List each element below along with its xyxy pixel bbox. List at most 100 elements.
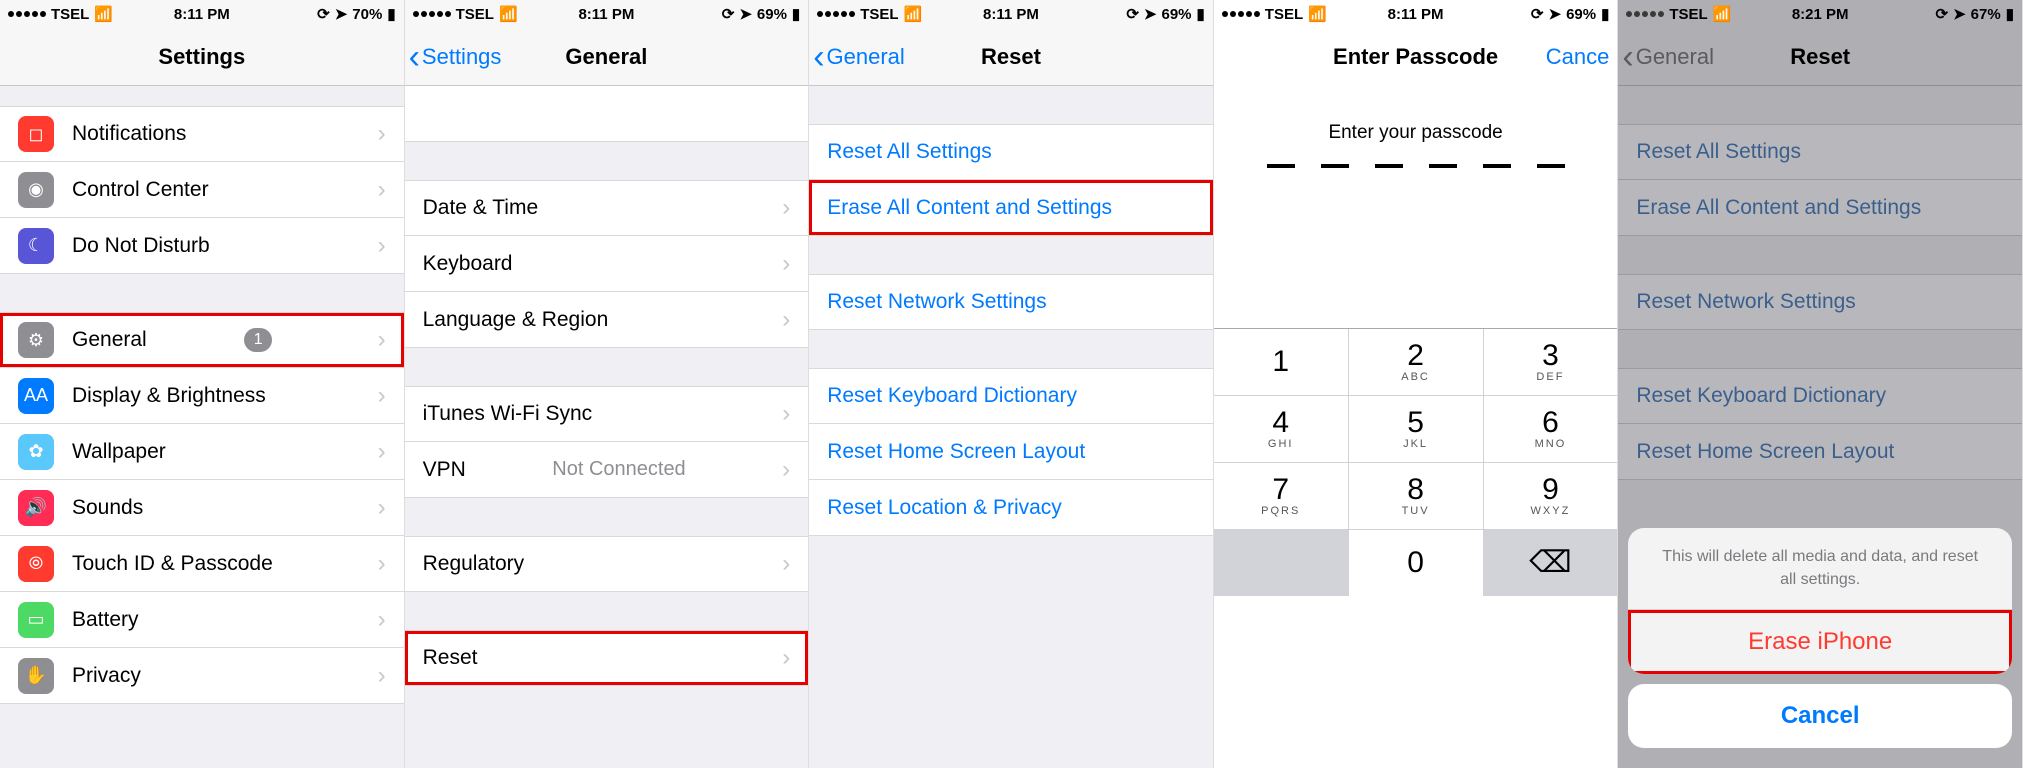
settings-row[interactable]: AADisplay & Brightness› xyxy=(0,368,404,424)
chevron-right-icon: › xyxy=(782,550,790,578)
settings-row[interactable]: ✋Privacy› xyxy=(0,648,404,704)
carrier-label: TSEL xyxy=(456,6,494,23)
chevron-right-icon: › xyxy=(782,194,790,222)
key-2[interactable]: 2ABC xyxy=(1349,329,1483,395)
general-row[interactable]: Keyboard› xyxy=(405,236,809,292)
reset-row: Reset Home Screen Layout xyxy=(1618,424,2022,480)
nav-title: General xyxy=(565,44,647,70)
reset-row[interactable]: Reset Keyboard Dictionary xyxy=(809,368,1213,424)
backspace-key[interactable]: ⌫ xyxy=(1484,530,1618,596)
battery-label: 67% xyxy=(1971,6,2001,23)
reset-row[interactable]: Erase All Content and Settings xyxy=(809,180,1213,236)
chevron-right-icon: › xyxy=(378,326,386,354)
key-0[interactable]: 0 xyxy=(1349,530,1483,596)
row-label: General xyxy=(72,328,147,352)
back-button[interactable]: ‹Settings xyxy=(405,40,502,74)
sheet-message: This will delete all media and data, and… xyxy=(1628,528,2012,609)
row-label: Erase All Content and Settings xyxy=(827,196,1112,220)
chevron-right-icon: › xyxy=(782,644,790,672)
chevron-right-icon: › xyxy=(378,120,386,148)
settings-group-1: ◻︎Notifications›◉Control Center›☾Do Not … xyxy=(0,106,404,274)
key-8[interactable]: 8TUV xyxy=(1349,463,1483,529)
nav-bar: Enter Passcode Cance xyxy=(1214,28,1618,86)
passcode-prompt: Enter your passcode xyxy=(1214,86,1618,164)
nav-title: Settings xyxy=(158,44,245,70)
key-9[interactable]: 9WXYZ xyxy=(1484,463,1618,529)
reset-row[interactable]: Reset All Settings xyxy=(809,124,1213,180)
row-label: Privacy xyxy=(72,664,141,688)
chevron-right-icon: › xyxy=(378,232,386,260)
lock-icon: ⟳ xyxy=(722,5,735,23)
signal-dots-icon xyxy=(413,11,451,17)
row-label: Display & Brightness xyxy=(72,384,266,408)
chevron-right-icon: › xyxy=(782,306,790,334)
chevron-right-icon: › xyxy=(378,550,386,578)
general-row[interactable]: Language & Region› xyxy=(405,292,809,348)
settings-row[interactable]: ◉Control Center› xyxy=(0,162,404,218)
nav-title: Reset xyxy=(981,44,1041,70)
reset-row[interactable]: Reset Location & Privacy xyxy=(809,480,1213,536)
carrier-label: TSEL xyxy=(1265,6,1303,23)
general-row[interactable]: Date & Time› xyxy=(405,180,809,236)
key-5[interactable]: 5JKL xyxy=(1349,396,1483,462)
sheet-cancel-button[interactable]: Cancel xyxy=(1628,684,2012,748)
key-blank xyxy=(1214,530,1348,596)
lock-icon: ⟳ xyxy=(317,5,330,23)
cell-restrictions-cut[interactable] xyxy=(405,86,809,142)
chevron-left-icon: ‹ xyxy=(1622,40,1633,74)
cancel-button[interactable]: Cance xyxy=(1546,44,1610,70)
key-4[interactable]: 4GHI xyxy=(1214,396,1348,462)
settings-row[interactable]: ☾Do Not Disturb› xyxy=(0,218,404,274)
row-label: Reset All Settings xyxy=(827,140,992,164)
app-icon: ▭ xyxy=(18,602,54,638)
row-label: Reset xyxy=(423,646,478,670)
key-6[interactable]: 6MNO xyxy=(1484,396,1618,462)
key-3[interactable]: 3DEF xyxy=(1484,329,1618,395)
general-row[interactable]: iTunes Wi-Fi Sync› xyxy=(405,386,809,442)
status-bar: TSEL 📶 8:21 PM ⟳ ➤ 67% ▮ xyxy=(1618,0,2022,28)
back-button[interactable]: ‹General xyxy=(809,40,905,74)
erase-iphone-button[interactable]: Erase iPhone xyxy=(1628,609,2012,674)
reset-row[interactable]: Reset Network Settings xyxy=(809,274,1213,330)
chevron-right-icon: › xyxy=(378,494,386,522)
settings-row[interactable]: ✿Wallpaper› xyxy=(0,424,404,480)
battery-icon: ▮ xyxy=(1197,5,1205,23)
row-label: Sounds xyxy=(72,496,143,520)
app-icon: AA xyxy=(18,378,54,414)
row-label: Wallpaper xyxy=(72,440,166,464)
row-label: Reset Location & Privacy xyxy=(827,496,1062,520)
settings-row[interactable]: 🔊 Sounds › xyxy=(0,480,404,536)
key-1[interactable]: 1 xyxy=(1214,329,1348,395)
clock-label: 8:21 PM xyxy=(1792,6,1849,23)
battery-icon: ▮ xyxy=(2006,5,2014,23)
settings-row[interactable]: ◻︎Notifications› xyxy=(0,106,404,162)
settings-row[interactable]: ▭Battery› xyxy=(0,592,404,648)
reset-row[interactable]: Reset Home Screen Layout xyxy=(809,424,1213,480)
app-icon: ◻︎ xyxy=(18,116,54,152)
key-7[interactable]: 7PQRS xyxy=(1214,463,1348,529)
app-icon: 🔊 xyxy=(18,490,54,526)
passcode-dashes xyxy=(1214,164,1618,208)
wifi-icon: 📶 xyxy=(1713,5,1732,23)
row-label: Battery xyxy=(72,608,139,632)
chevron-right-icon: › xyxy=(782,400,790,428)
carrier-label: TSEL xyxy=(860,6,898,23)
clock-label: 8:11 PM xyxy=(983,6,1039,23)
wifi-icon: 📶 xyxy=(94,5,113,23)
nav-title: Reset xyxy=(1790,44,1850,70)
general-row[interactable]: Regulatory› xyxy=(405,536,809,592)
row-label: Control Center xyxy=(72,178,209,202)
row-label: Reset Home Screen Layout xyxy=(1636,440,1894,464)
settings-row[interactable]: ⦾Touch ID & Passcode› xyxy=(0,536,404,592)
clock-label: 8:11 PM xyxy=(578,6,634,23)
screen-reset: TSEL 📶 8:11 PM ⟳ ➤ 69% ▮ ‹General Reset … xyxy=(809,0,1214,768)
clock-label: 8:11 PM xyxy=(174,6,230,23)
nav-bar: Settings xyxy=(0,28,404,86)
location-icon: ➤ xyxy=(335,5,348,23)
wifi-icon: 📶 xyxy=(499,5,518,23)
settings-row[interactable]: ⚙︎General1› xyxy=(0,312,404,368)
row-label: Reset All Settings xyxy=(1636,140,1801,164)
battery-icon: ▮ xyxy=(387,5,395,23)
general-row[interactable]: VPNNot Connected› xyxy=(405,442,809,498)
general-row[interactable]: Reset › xyxy=(405,630,809,686)
